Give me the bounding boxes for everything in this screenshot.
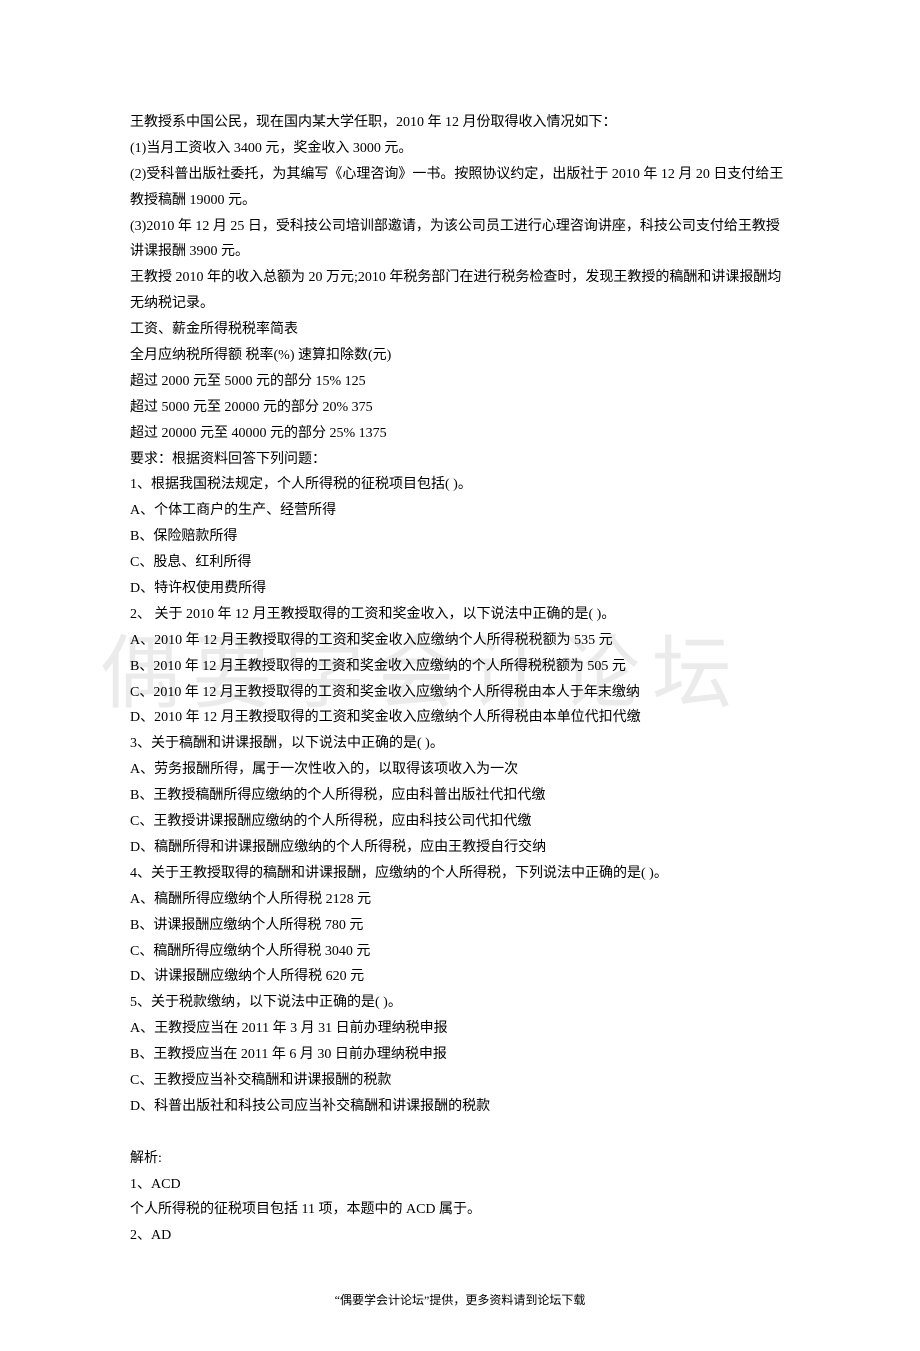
intro-line: 超过 5000 元至 20000 元的部分 20% 375	[130, 395, 790, 421]
analysis-line: 2、AD	[130, 1223, 790, 1249]
question-option: C、股息、红利所得	[130, 550, 790, 576]
intro-line: (3)2010 年 12 月 25 日，受科技公司培训部邀请，为该公司员工进行心…	[130, 214, 790, 266]
question-option: A、个体工商户的生产、经营所得	[130, 498, 790, 524]
intro-line: 全月应纳税所得额 税率(%) 速算扣除数(元)	[130, 343, 790, 369]
question-option: A、2010 年 12 月王教授取得的工资和奖金收入应缴纳个人所得税税额为 53…	[130, 628, 790, 654]
document-page: 偶要学会计论坛 王教授系中国公民，现在国内某大学任职，2010 年 12 月份取…	[0, 0, 920, 1351]
question-stem: 3、关于稿酬和讲课报酬，以下说法中正确的是( )。	[130, 731, 790, 757]
intro-line: (2)受科普出版社委托，为其编写《心理咨询》一书。按照协议约定，出版社于 201…	[130, 162, 790, 214]
question-option: B、王教授稿酬所得应缴纳的个人所得税，应由科普出版社代扣代缴	[130, 783, 790, 809]
question-stem: 4、关于王教授取得的稿酬和讲课报酬，应缴纳的个人所得税，下列说法中正确的是( )…	[130, 861, 790, 887]
intro-line: 要求：根据资料回答下列问题：	[130, 447, 790, 473]
question-option: D、科普出版社和科技公司应当补交稿酬和讲课报酬的税款	[130, 1094, 790, 1120]
question-option: B、2010 年 12 月王教授取得的工资和奖金收入应缴纳的个人所得税税额为 5…	[130, 654, 790, 680]
blank-line	[130, 1120, 790, 1146]
question-option: B、王教授应当在 2011 年 6 月 30 日前办理纳税申报	[130, 1042, 790, 1068]
analysis-line: 1、ACD	[130, 1172, 790, 1198]
question-option: D、讲课报酬应缴纳个人所得税 620 元	[130, 964, 790, 990]
intro-line: 王教授系中国公民，现在国内某大学任职，2010 年 12 月份取得收入情况如下：	[130, 110, 790, 136]
question-option: C、稿酬所得应缴纳个人所得税 3040 元	[130, 939, 790, 965]
question-option: B、保险赔款所得	[130, 524, 790, 550]
question-option: A、稿酬所得应缴纳个人所得税 2128 元	[130, 887, 790, 913]
intro-line: 超过 2000 元至 5000 元的部分 15% 125	[130, 369, 790, 395]
question-option: D、特许权使用费所得	[130, 576, 790, 602]
question-option: C、王教授讲课报酬应缴纳的个人所得税，应由科技公司代扣代缴	[130, 809, 790, 835]
intro-line: 工资、薪金所得税税率简表	[130, 317, 790, 343]
question-option: A、王教授应当在 2011 年 3 月 31 日前办理纳税申报	[130, 1016, 790, 1042]
intro-line: 王教授 2010 年的收入总额为 20 万元;2010 年税务部门在进行税务检查…	[130, 265, 790, 317]
question-option: D、2010 年 12 月王教授取得的工资和奖金收入应缴纳个人所得税由本单位代扣…	[130, 705, 790, 731]
intro-line: (1)当月工资收入 3400 元，奖金收入 3000 元。	[130, 136, 790, 162]
question-option: C、王教授应当补交稿酬和讲课报酬的税款	[130, 1068, 790, 1094]
question-stem: 5、关于税款缴纳，以下说法中正确的是( )。	[130, 990, 790, 1016]
question-option: D、稿酬所得和讲课报酬应缴纳的个人所得税，应由王教授自行交纳	[130, 835, 790, 861]
question-option: C、2010 年 12 月王教授取得的工资和奖金收入应缴纳个人所得税由本人于年末…	[130, 680, 790, 706]
question-option: A、劳务报酬所得，属于一次性收入的，以取得该项收入为一次	[130, 757, 790, 783]
analysis-line: 个人所得税的征税项目包括 11 项，本题中的 ACD 属于。	[130, 1197, 790, 1223]
question-stem: 1、根据我国税法规定，个人所得税的征税项目包括( )。	[130, 472, 790, 498]
document-content: 王教授系中国公民，现在国内某大学任职，2010 年 12 月份取得收入情况如下：…	[130, 110, 790, 1311]
question-option: B、讲课报酬应缴纳个人所得税 780 元	[130, 913, 790, 939]
intro-line: 超过 20000 元至 40000 元的部分 25% 1375	[130, 421, 790, 447]
page-footer: “偶要学会计论坛”提供，更多资料请到论坛下载	[130, 1289, 790, 1311]
question-stem: 2、 关于 2010 年 12 月王教授取得的工资和奖金收入，以下说法中正确的是…	[130, 602, 790, 628]
analysis-heading: 解析:	[130, 1146, 790, 1172]
